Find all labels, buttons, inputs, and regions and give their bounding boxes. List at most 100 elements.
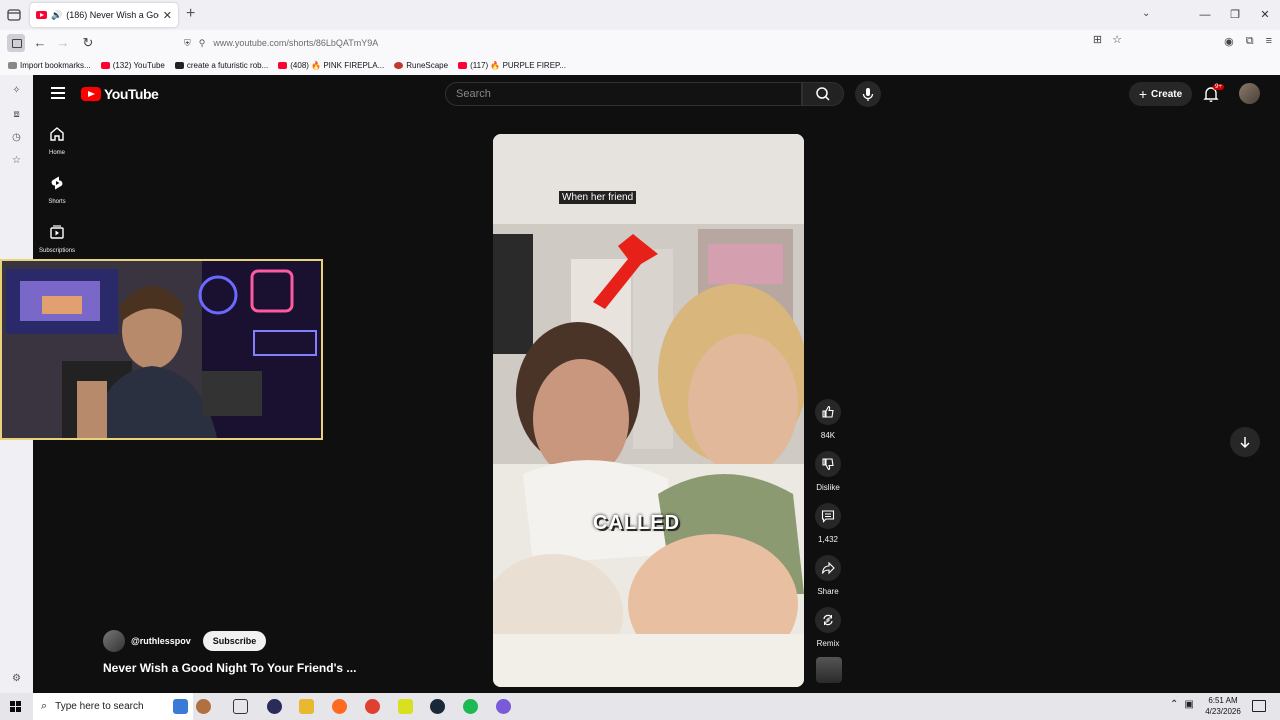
- history-icon[interactable]: ◷: [10, 131, 23, 144]
- app-icon-4[interactable]: [496, 699, 511, 714]
- minimize-icon[interactable]: —: [1190, 0, 1220, 30]
- taskbar-clock[interactable]: 6:51 AM 4/23/2026: [1200, 695, 1246, 717]
- guide-item-home[interactable]: Home: [33, 126, 81, 156]
- runescape-favicon-icon: [394, 62, 404, 69]
- comment-count: 1,432: [817, 535, 839, 544]
- reload-icon[interactable]: ↻: [79, 34, 97, 52]
- new-tab-button[interactable]: +: [186, 6, 195, 22]
- bookmark-import[interactable]: Import bookmarks...: [8, 61, 91, 70]
- youtube-favicon-icon: [36, 11, 47, 19]
- speaker-icon[interactable]: 🔊: [51, 10, 62, 21]
- task-view-icon[interactable]: [233, 699, 248, 714]
- bookmark-futuristic[interactable]: create a futuristic rob...: [174, 61, 268, 70]
- shorts-icon: [51, 176, 63, 190]
- remix-icon: [823, 614, 833, 626]
- football-icon[interactable]: [196, 699, 211, 714]
- hamburger-menu-icon[interactable]: [51, 87, 65, 99]
- chevron-down-icon[interactable]: ⌄: [1142, 8, 1150, 19]
- url-bar-actions: ⊞ ☆: [1093, 33, 1122, 46]
- share-button[interactable]: Share: [811, 555, 845, 596]
- avatar[interactable]: [1239, 83, 1260, 104]
- search-highlight-icon[interactable]: [173, 699, 188, 714]
- guide-label: Home: [48, 150, 65, 156]
- spotify-icon[interactable]: [463, 699, 478, 714]
- url-text[interactable]: www.youtube.com/shorts/86LbQATmY9A: [213, 38, 378, 48]
- video-caption: When her friend: [559, 191, 637, 204]
- settings-icon[interactable]: ⚙: [10, 672, 23, 685]
- video-frame-illustration: [493, 134, 804, 687]
- youtube-logo[interactable]: YouTube: [81, 86, 159, 102]
- dislike-label: Dislike: [816, 483, 840, 492]
- tab-close-icon[interactable]: ✕: [163, 9, 172, 22]
- bookmark-youtube[interactable]: (132) YouTube: [100, 61, 165, 70]
- account-icon[interactable]: ◉: [1224, 35, 1234, 48]
- streamer-webcam-image: [2, 261, 321, 438]
- install-app-icon[interactable]: ⊞: [1093, 33, 1102, 46]
- ai-chat-icon[interactable]: ✧: [10, 84, 23, 97]
- tab-list-icon[interactable]: [6, 7, 22, 23]
- app-icon-1[interactable]: [267, 699, 282, 714]
- site-permissions-icon[interactable]: ⚲: [199, 38, 206, 49]
- bookmark-label: RuneScape: [406, 61, 449, 70]
- comments-button[interactable]: 1,432: [811, 503, 845, 544]
- channel-name[interactable]: @ruthlesspov: [131, 636, 191, 646]
- menu-icon[interactable]: ≡: [1266, 35, 1272, 48]
- search-input[interactable]: Search: [445, 82, 802, 106]
- search-icon: [816, 87, 830, 101]
- plus-icon: +: [1138, 86, 1148, 102]
- tab-title: (186) Never Wish a Good N: [66, 10, 159, 20]
- short-video-player[interactable]: When her friend CALLED: [493, 134, 804, 687]
- app-icon-3[interactable]: [398, 699, 413, 714]
- bookmark-label: Import bookmarks...: [20, 61, 91, 70]
- sidebar-toggle-button[interactable]: [7, 34, 25, 52]
- bookmarks-icon[interactable]: ☆: [10, 154, 23, 167]
- microphone-icon: [862, 88, 874, 101]
- youtube-logo-text: YouTube: [104, 86, 159, 102]
- guide-label: Subscriptions: [38, 248, 76, 254]
- guide-item-subscriptions[interactable]: Subscriptions: [33, 224, 81, 254]
- network-icon[interactable]: ▣: [1184, 699, 1193, 710]
- bookmark-label: (408) 🔥 PINK FIREPLA...: [290, 61, 385, 70]
- search-button[interactable]: [802, 82, 844, 106]
- channel-info: @ruthlesspov Subscribe: [103, 630, 267, 652]
- taskbar-search-input[interactable]: ⌕ Type here to search: [33, 693, 193, 720]
- bookmark-label: (132) YouTube: [112, 61, 165, 70]
- toolbar-right: ◉ ⧉ ≡: [1224, 35, 1272, 48]
- browser-nav-bar: ← → ↻ ⛨ ⚲ www.youtube.com/shorts/86LbQAT…: [0, 30, 1280, 56]
- chevron-up-icon[interactable]: ⌃: [1170, 699, 1178, 710]
- app-icon-2[interactable]: [365, 699, 380, 714]
- like-button[interactable]: 84K: [811, 399, 845, 440]
- dislike-button[interactable]: Dislike: [811, 451, 845, 492]
- windows-start-icon[interactable]: [10, 701, 21, 712]
- close-window-icon[interactable]: ✕: [1250, 0, 1280, 30]
- extensions-icon[interactable]: ⧉: [1246, 35, 1254, 48]
- voice-search-button[interactable]: [855, 81, 881, 107]
- notification-badge: 9+: [1213, 84, 1224, 90]
- file-explorer-icon[interactable]: [299, 699, 314, 714]
- shield-icon[interactable]: ⛨: [184, 38, 191, 49]
- guide-item-shorts[interactable]: Shorts: [33, 175, 81, 205]
- bookmark-pink-fireplace[interactable]: (408) 🔥 PINK FIREPLA...: [278, 61, 384, 70]
- youtube-favicon-icon: [458, 62, 468, 69]
- guide-label: Shorts: [48, 199, 66, 205]
- steam-icon[interactable]: [430, 699, 445, 714]
- notification-center-icon[interactable]: [1252, 700, 1266, 712]
- url-bar[interactable]: ⛨ ⚲ www.youtube.com/shorts/86LbQATmY9A: [178, 33, 1128, 53]
- like-count: 84K: [820, 431, 836, 440]
- back-arrow-icon[interactable]: ←: [31, 34, 49, 52]
- remix-source-thumbnail[interactable]: [816, 657, 842, 683]
- bookmark-purple-fireplace[interactable]: (117) 🔥 PURPLE FIREP...: [458, 61, 566, 70]
- restore-icon[interactable]: ❐: [1220, 0, 1250, 30]
- browser-tab-active[interactable]: 🔊 (186) Never Wish a Good N ✕: [30, 3, 178, 27]
- subscribe-button[interactable]: Subscribe: [202, 631, 267, 651]
- create-button[interactable]: + Create: [1129, 82, 1192, 106]
- bookmark-runescape[interactable]: RuneScape: [394, 61, 448, 70]
- next-short-button[interactable]: [1230, 427, 1260, 457]
- bookmark-star-icon[interactable]: ☆: [1112, 33, 1122, 46]
- short-title[interactable]: Never Wish a Good Night To Your Friend's…: [103, 661, 356, 675]
- remix-button[interactable]: Remix: [811, 607, 845, 648]
- channel-avatar[interactable]: [103, 630, 125, 652]
- forward-arrow-icon[interactable]: →: [54, 34, 72, 52]
- firefox-icon[interactable]: [332, 699, 347, 714]
- synced-tabs-icon[interactable]: ⧈: [10, 108, 23, 121]
